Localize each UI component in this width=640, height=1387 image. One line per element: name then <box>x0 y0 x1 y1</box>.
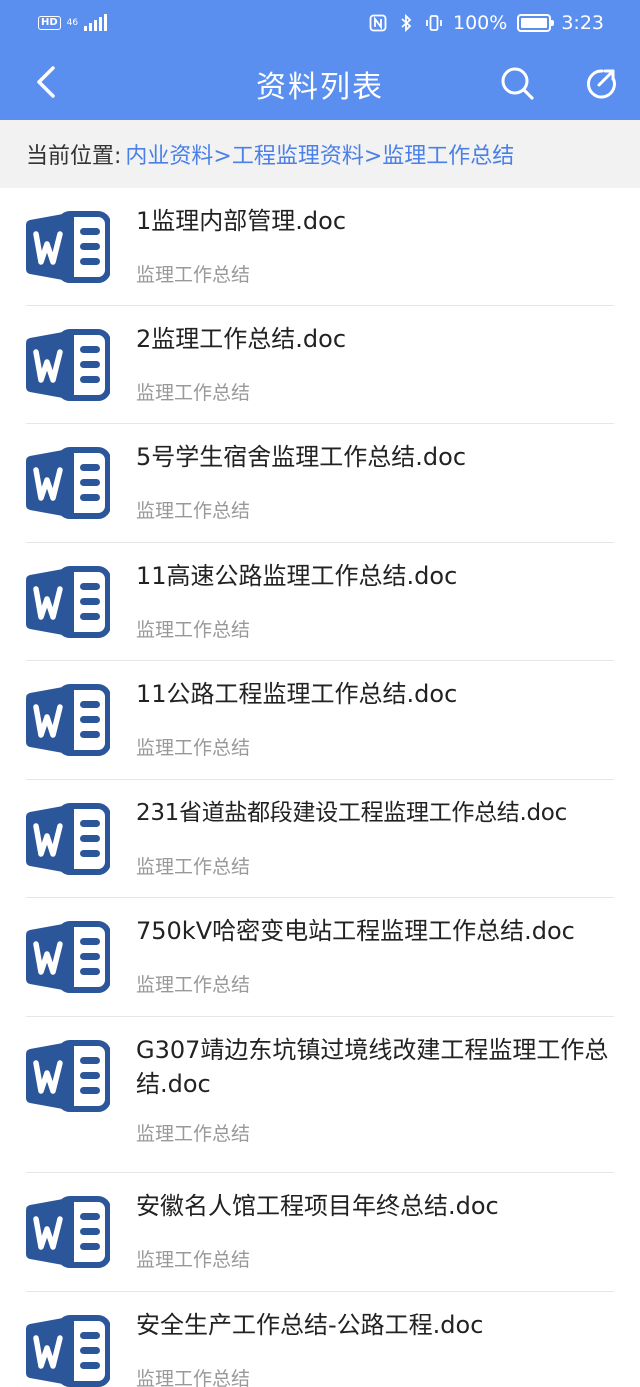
file-category: 监理工作总结 <box>136 382 251 404</box>
list-item[interactable]: 安徽名人馆工程项目年终总结.doc 监理工作总结 <box>0 1173 640 1292</box>
file-name: 安徽名人馆工程项目年终总结.doc <box>136 1192 499 1220</box>
file-category: 监理工作总结 <box>136 1249 251 1271</box>
file-category: 监理工作总结 <box>136 856 251 878</box>
share-icon <box>586 69 616 99</box>
page-title: 资料列表 <box>256 70 384 105</box>
file-list: 1监理内部管理.doc 监理工作总结 2监理工作总结.doc 监理工作总结 5号学生… <box>0 188 640 1387</box>
status-bar-right: 100% 3:23 <box>369 10 604 36</box>
network-type: 46 <box>66 17 79 28</box>
word-doc-icon <box>26 563 110 641</box>
list-item[interactable]: 11公路工程监理工作总结.doc 监理工作总结 <box>0 661 640 780</box>
file-name: G307靖边东坑镇过境线改建工程监理工作总结.doc <box>136 1036 609 1098</box>
list-item[interactable]: 750kV哈密变电站工程监理工作总结.doc 监理工作总结 <box>0 898 640 1017</box>
nfc-icon <box>369 14 387 32</box>
hd-badge: HD <box>38 16 61 30</box>
file-name: 2监理工作总结.doc <box>136 325 347 353</box>
word-doc-icon <box>26 208 110 286</box>
file-category: 监理工作总结 <box>136 737 251 759</box>
breadcrumb: 当前位置: 内业资料>工程监理资料>监理工作总结 <box>0 120 640 188</box>
file-name: 231省道盐都段建设工程监理工作总结.doc <box>136 800 567 826</box>
app-header: HD 46 100% 3:23 资料列表 <box>0 0 640 120</box>
word-doc-icon <box>26 681 110 759</box>
file-category: 监理工作总结 <box>136 264 251 286</box>
status-bar-left: HD 46 <box>38 12 108 34</box>
network-label: 46 <box>66 17 79 28</box>
bluetooth-icon <box>401 14 412 32</box>
vibrate-icon <box>426 15 442 31</box>
file-name: 安全生产工作总结-公路工程.doc <box>136 1311 484 1339</box>
share-button[interactable] <box>578 60 624 106</box>
list-item[interactable]: 11高速公路监理工作总结.doc 监理工作总结 <box>0 543 640 661</box>
word-doc-icon <box>26 326 110 404</box>
word-doc-icon <box>26 918 110 996</box>
file-category: 监理工作总结 <box>136 619 251 641</box>
signal-icon <box>84 14 108 31</box>
clock: 3:23 <box>561 12 604 34</box>
file-name: 11高速公路监理工作总结.doc <box>136 562 458 590</box>
file-category: 监理工作总结 <box>136 1368 251 1387</box>
breadcrumb-path[interactable]: 内业资料>工程监理资料>监理工作总结 <box>125 138 514 170</box>
word-doc-icon <box>26 1193 110 1271</box>
search-icon <box>501 67 534 100</box>
breadcrumb-label: 当前位置: <box>26 144 122 169</box>
word-doc-icon <box>26 800 110 878</box>
battery-percent: 100% <box>453 12 508 34</box>
list-item[interactable]: 1监理内部管理.doc 监理工作总结 <box>0 188 640 306</box>
list-item[interactable]: 231省道盐都段建设工程监理工作总结.doc 监理工作总结 <box>0 780 640 898</box>
battery-icon <box>517 14 555 32</box>
file-name: 11公路工程监理工作总结.doc <box>136 680 458 708</box>
list-item[interactable]: 安全生产工作总结-公路工程.doc 监理工作总结 <box>0 1292 640 1387</box>
file-name: 5号学生宿舍监理工作总结.doc <box>136 443 467 471</box>
file-category: 监理工作总结 <box>136 500 251 522</box>
word-doc-icon <box>26 444 110 522</box>
list-item[interactable]: 5号学生宿舍监理工作总结.doc 监理工作总结 <box>0 424 640 543</box>
word-doc-icon <box>26 1037 110 1115</box>
word-doc-icon <box>26 1312 110 1387</box>
file-name: 750kV哈密变电站工程监理工作总结.doc <box>136 917 575 945</box>
file-category: 监理工作总结 <box>136 1123 251 1145</box>
list-item[interactable]: 2监理工作总结.doc 监理工作总结 <box>0 306 640 424</box>
list-item[interactable]: G307靖边东坑镇过境线改建工程监理工作总结.doc 监理工作总结 <box>0 1017 640 1173</box>
file-name: 1监理内部管理.doc <box>136 207 347 235</box>
search-button[interactable] <box>494 60 540 106</box>
file-category: 监理工作总结 <box>136 974 251 996</box>
